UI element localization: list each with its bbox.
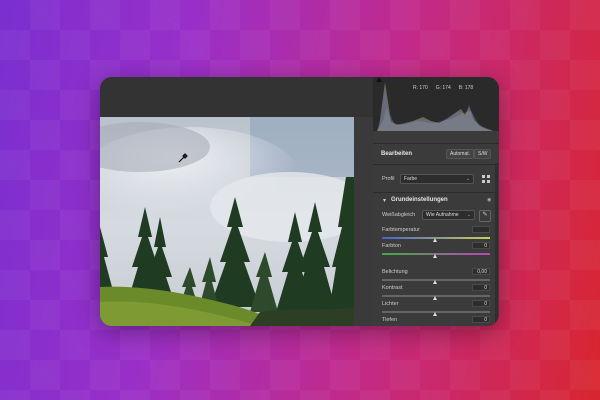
slider-label: Farbton xyxy=(382,243,401,249)
slider-value-field[interactable]: 0 xyxy=(472,316,490,323)
profile-label: Profil xyxy=(382,176,395,182)
red-value: R: 170 xyxy=(413,85,428,91)
divider-strip xyxy=(354,117,373,326)
slider-value-field[interactable] xyxy=(472,226,490,233)
green-value: G: 174 xyxy=(435,85,451,91)
slider-thumb[interactable] xyxy=(433,280,437,284)
blue-value: B: 178 xyxy=(458,85,474,91)
profile-row: Profil Farbe ⌄ xyxy=(373,172,499,186)
photo-preview[interactable] xyxy=(100,117,354,326)
slider-label: Belichtung xyxy=(382,269,408,275)
slider-value-field[interactable]: 0 xyxy=(472,300,490,307)
slider-label: Lichter xyxy=(382,301,399,307)
slider-thumb[interactable] xyxy=(433,312,437,316)
edit-header: Bearbeiten Automat. S/W xyxy=(373,143,499,165)
slider-thumb[interactable] xyxy=(433,254,437,258)
slider-shadows[interactable]: Tiefen 0 xyxy=(382,316,490,326)
panel-scrollbar[interactable] xyxy=(495,163,498,323)
white-balance-select[interactable]: Wie Aufnahme ⌄ xyxy=(422,210,475,220)
slider-label: Tiefen xyxy=(382,317,398,323)
bw-button[interactable]: S/W xyxy=(474,149,492,159)
lightroom-window: R: 170 G: 174 B: 178 Bearbeiten Automat.… xyxy=(100,77,499,326)
rgb-readout: R: 170 G: 174 B: 178 xyxy=(413,85,473,91)
eye-icon[interactable]: ◉ xyxy=(487,197,491,203)
auto-button[interactable]: Automat. xyxy=(446,149,475,159)
slider-label: Kontrast xyxy=(382,285,403,291)
white-balance-value: Wie Aufnahme xyxy=(426,212,459,218)
profile-browser-icon[interactable] xyxy=(482,175,490,183)
basic-section-header[interactable]: ▾ Grundeinstellungen ◉ xyxy=(373,192,499,207)
eyedropper-icon[interactable]: ✎ xyxy=(479,210,491,222)
edit-title: Bearbeiten xyxy=(381,151,413,157)
chevron-down-icon: ⌄ xyxy=(466,212,471,218)
chevron-down-icon: ⌄ xyxy=(465,176,470,182)
white-balance-row: Weißabgleich Wie Aufnahme ⌄ ✎ xyxy=(373,209,499,222)
clipping-indicator[interactable] xyxy=(376,77,382,82)
chevron-down-icon[interactable]: ▾ xyxy=(383,197,386,204)
slider-tint[interactable]: Farbton 0 xyxy=(382,242,490,265)
histogram: R: 170 G: 174 B: 178 xyxy=(373,77,499,131)
slider-thumb[interactable] xyxy=(433,296,437,300)
cursor-icon xyxy=(178,153,188,163)
slider-value-field[interactable]: 0,00 xyxy=(472,268,490,275)
top-toolbar xyxy=(100,77,373,117)
slider-value-field[interactable]: 0 xyxy=(472,242,490,249)
slider-label: Farbtemperatur xyxy=(382,227,420,233)
landscape-image xyxy=(100,117,354,326)
slider-value-field[interactable]: 0 xyxy=(472,284,490,291)
profile-select[interactable]: Farbe ⌄ xyxy=(400,174,474,184)
profile-value: Farbe xyxy=(404,176,418,182)
basic-section-title: Grundeinstellungen xyxy=(391,197,448,203)
slider-thumb[interactable] xyxy=(433,238,437,242)
edit-panel: R: 170 G: 174 B: 178 Bearbeiten Automat.… xyxy=(373,77,499,326)
white-balance-label: Weißabgleich xyxy=(382,212,416,218)
